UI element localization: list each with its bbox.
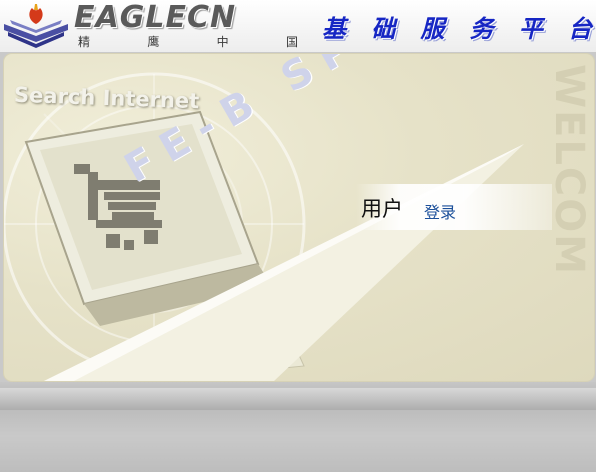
footer-band <box>0 388 596 410</box>
brand-sub-char: 中 <box>216 35 229 49</box>
platform-title-char: 平 <box>518 13 543 43</box>
brand-sub-char: 国 <box>285 35 298 49</box>
login-banner-panel: WELCOM Search Internet FE-B SP 用户 登录 <box>3 53 595 382</box>
footer-bar <box>0 382 596 472</box>
platform-title-char: 基 <box>322 13 346 43</box>
login-link[interactable]: 登录 <box>424 199 456 223</box>
platform-title-char: 台 <box>567 13 592 43</box>
platform-title-char: 服 <box>420 13 445 43</box>
header-bar: EAGLECN 精 鹰 中 国 基 础 服 务 平 台 <box>0 0 596 52</box>
brand-subtitle: 精 鹰 中 国 <box>74 33 302 50</box>
platform-title-char: 础 <box>371 13 396 43</box>
brand-sub-char: 精 <box>77 35 90 49</box>
brand-wordmark: EAGLECN <box>74 0 237 35</box>
eagle-logo-icon <box>4 4 68 48</box>
platform-title: 基 础 服 务 平 台 <box>322 6 592 46</box>
brand-sub-char: 鹰 <box>147 35 160 49</box>
platform-title-char: 务 <box>469 13 494 43</box>
user-label: 用户 <box>361 197 403 221</box>
